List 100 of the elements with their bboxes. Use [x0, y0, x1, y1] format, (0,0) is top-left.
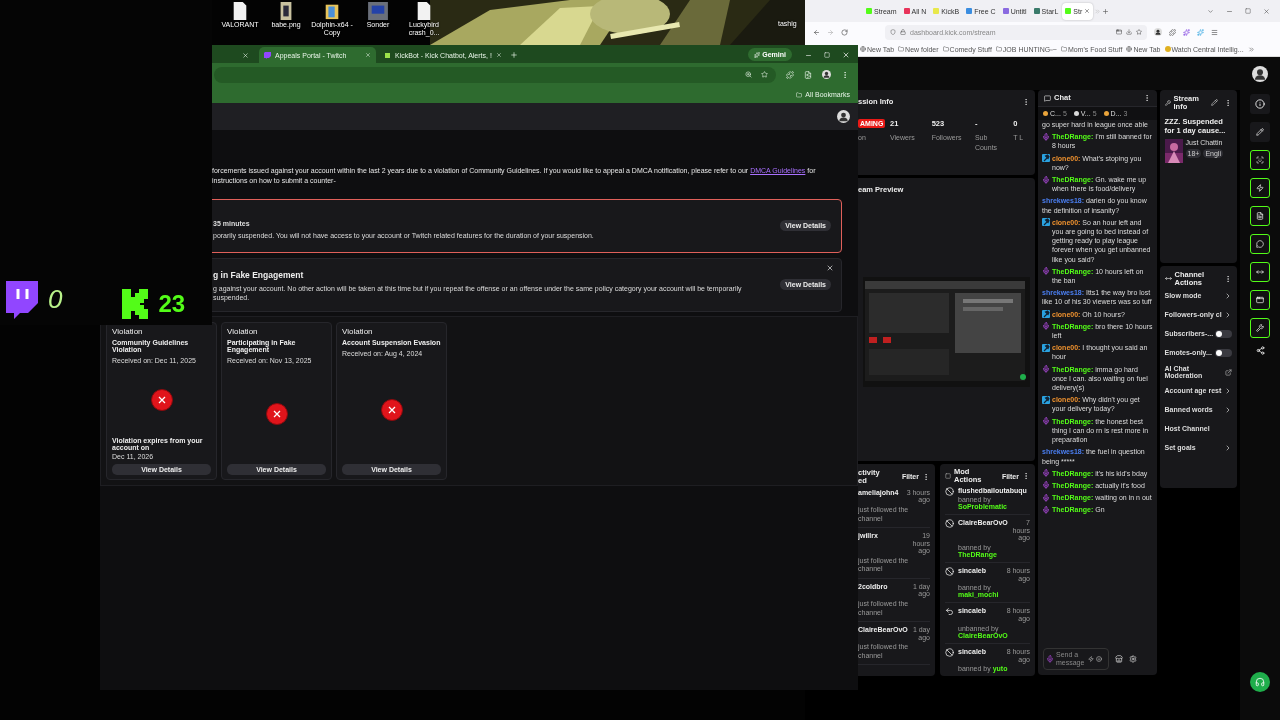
chat-icon [1044, 94, 1051, 102]
twitch-count: 0 [48, 283, 63, 315]
folder-icon [324, 2, 340, 20]
violation-title: Violation [112, 326, 144, 336]
close-icon[interactable] [495, 52, 502, 58]
hammer-badge-icon [1042, 310, 1050, 319]
hammer-badge-icon [1042, 154, 1050, 163]
mic-badge-icon [1042, 132, 1050, 141]
panel-toggle-button[interactable] [1250, 262, 1271, 282]
more-icon[interactable] [922, 472, 930, 481]
violation-title: Violation [227, 326, 259, 336]
more-icon[interactable] [1022, 98, 1030, 106]
error-icon [150, 389, 173, 412]
favicon-icon [1002, 8, 1009, 14]
lock-icon [900, 29, 906, 35]
favicon-icon [1065, 8, 1072, 14]
edit-icon[interactable] [1211, 98, 1219, 106]
media-icon[interactable] [804, 70, 812, 79]
close-icon[interactable] [826, 263, 834, 272]
wrench-icon [1256, 324, 1265, 332]
zap-icon[interactable] [1088, 656, 1094, 662]
profile-avatar-icon[interactable] [1252, 65, 1268, 82]
hammer-badge-icon [1042, 343, 1050, 352]
new-tab-icon[interactable] [509, 51, 518, 59]
emoji-icon[interactable] [1096, 656, 1102, 662]
extension-icon[interactable] [1183, 28, 1190, 36]
new-tab-icon[interactable] [1102, 7, 1110, 15]
sparkle-icon [754, 51, 761, 58]
info-icon [1255, 99, 1266, 109]
toggle-switch[interactable] [1215, 330, 1233, 339]
panel-toggle-button[interactable] [1250, 290, 1271, 310]
ban-icon [945, 519, 954, 528]
globe-icon [860, 46, 866, 52]
settings-icon[interactable] [1129, 655, 1137, 663]
folder-icon [942, 46, 949, 52]
account-icon[interactable] [1154, 28, 1162, 36]
arrows-icon [1256, 268, 1265, 276]
globe-icon [1126, 46, 1133, 52]
reload-icon[interactable] [841, 28, 848, 36]
kick-logo-icon [122, 289, 151, 319]
mic-badge-icon [1042, 267, 1050, 276]
panel-toggle-button[interactable] [1250, 150, 1271, 170]
mic-badge-icon [1042, 469, 1050, 478]
mic-badge-icon [1042, 493, 1050, 502]
favicon-icon [933, 8, 940, 14]
robot-favicon-icon [384, 51, 391, 59]
speech-bubble-icon [1256, 240, 1265, 248]
mic-icon [1046, 655, 1054, 663]
help-button[interactable] [1250, 672, 1271, 692]
headset-icon [1255, 677, 1266, 687]
mic-badge-icon [1042, 365, 1050, 374]
zoom-icon[interactable] [745, 71, 752, 78]
share-icon[interactable] [1255, 346, 1265, 355]
download-icon [1126, 29, 1132, 35]
window-icon [1116, 29, 1122, 35]
favicon-icon [966, 8, 973, 14]
profile-avatar-icon[interactable] [822, 70, 831, 79]
image-file-icon [280, 2, 292, 20]
favicon-icon [1033, 8, 1040, 14]
ban-icon [945, 567, 954, 577]
error-icon [380, 399, 403, 422]
panel-toggle-button[interactable] [1250, 234, 1271, 254]
ban-icon [945, 647, 954, 657]
folder-icon [995, 46, 1002, 52]
folder-icon [898, 46, 905, 52]
back-icon[interactable] [813, 28, 820, 36]
app-icon [367, 2, 389, 20]
mic-badge-icon [1042, 417, 1050, 426]
site-icon [1164, 46, 1171, 52]
undo-icon [945, 607, 954, 617]
extensions-icon[interactable] [1169, 28, 1176, 36]
document-icon [1256, 212, 1265, 220]
menu-icon[interactable] [841, 70, 849, 79]
kick-count: 23 [158, 290, 186, 318]
edit-button[interactable] [1250, 122, 1271, 142]
pencil-icon [1256, 128, 1265, 136]
external-link-icon [1225, 368, 1233, 376]
wrench-icon [1164, 99, 1171, 106]
window-icon [1256, 296, 1265, 304]
star-icon[interactable] [1136, 29, 1142, 35]
panel-toggle-button[interactable] [1250, 178, 1271, 198]
folder-icon [796, 91, 803, 98]
mic-badge-icon [1042, 322, 1050, 331]
panel-toggle-button[interactable] [1250, 206, 1271, 226]
mic-badge-icon [1042, 175, 1050, 184]
document-icon [233, 2, 247, 20]
more-icon[interactable] [1022, 472, 1030, 480]
menu-icon[interactable] [1211, 28, 1218, 36]
panel-toggle-button[interactable] [1250, 318, 1271, 338]
twitch-favicon-icon [264, 51, 271, 59]
toggle-switch[interactable] [1215, 349, 1233, 358]
folder-icon [1060, 46, 1067, 52]
store-icon[interactable] [1115, 655, 1123, 663]
info-button[interactable] [1250, 94, 1271, 114]
violation-title: Violation [342, 326, 374, 336]
error-icon [265, 402, 288, 425]
mic-badge-icon [1042, 481, 1050, 490]
favicon-icon [903, 8, 910, 14]
hammer-badge-icon [1042, 395, 1050, 404]
profile-avatar-icon[interactable] [837, 110, 850, 123]
